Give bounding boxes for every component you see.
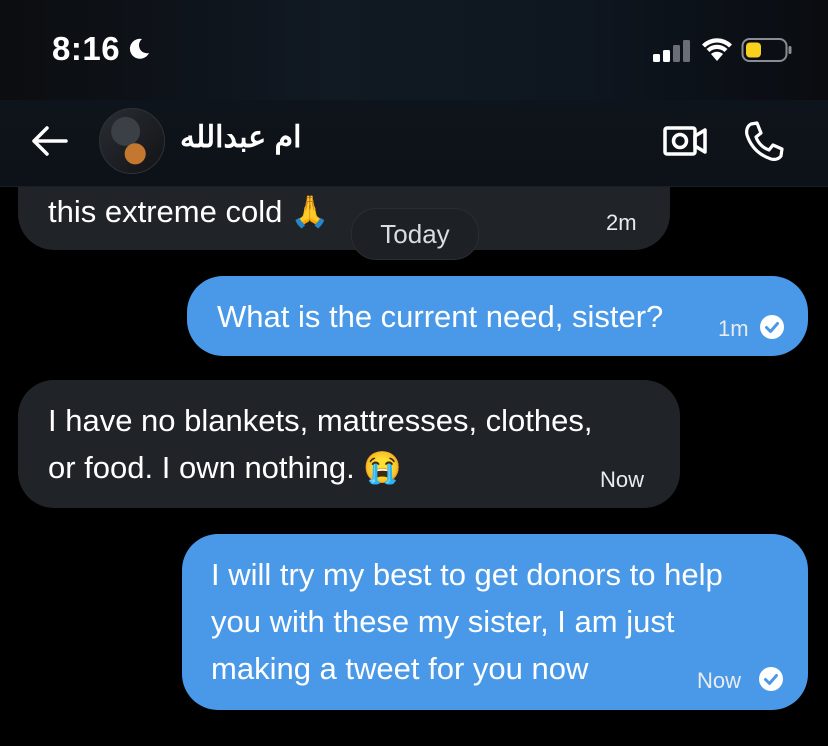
date-separator: Today <box>351 208 479 260</box>
wifi-icon <box>702 38 732 61</box>
message-time: Now <box>600 467 645 492</box>
phone-call-icon[interactable] <box>742 119 786 163</box>
message-bubble-incoming[interactable]: I have no blankets, mattresses, clothes,… <box>18 380 680 508</box>
message-bubble-outgoing[interactable]: What is the current need, sister? 1m <box>187 276 808 356</box>
status-time: 8:16 <box>52 30 121 67</box>
read-check-icon <box>760 315 784 339</box>
avatar[interactable] <box>99 108 165 174</box>
date-separator-label: Today <box>380 219 450 249</box>
message-text: I will try my best to get donors to help… <box>211 557 723 686</box>
contact-name[interactable]: ام عبدالله <box>180 120 301 155</box>
moon-icon <box>129 38 149 59</box>
back-arrow-icon[interactable] <box>28 121 70 161</box>
message-time: 1m <box>718 316 749 341</box>
battery-icon <box>741 38 792 62</box>
cellular-signal-icon <box>653 40 690 62</box>
message-text: this extreme cold 🙏 <box>48 194 330 229</box>
status-bar: 8:16 <box>0 0 828 100</box>
video-call-icon[interactable] <box>662 121 708 161</box>
message-time: 2m <box>606 210 637 235</box>
chat-header: ام عبدالله <box>0 100 828 187</box>
message-text: What is the current need, sister? <box>217 299 664 334</box>
message-time: Now <box>697 668 742 693</box>
read-check-icon <box>759 667 783 691</box>
message-text: I have no blankets, mattresses, clothes,… <box>48 403 593 485</box>
message-bubble-outgoing[interactable]: I will try my best to get donors to help… <box>182 534 808 710</box>
